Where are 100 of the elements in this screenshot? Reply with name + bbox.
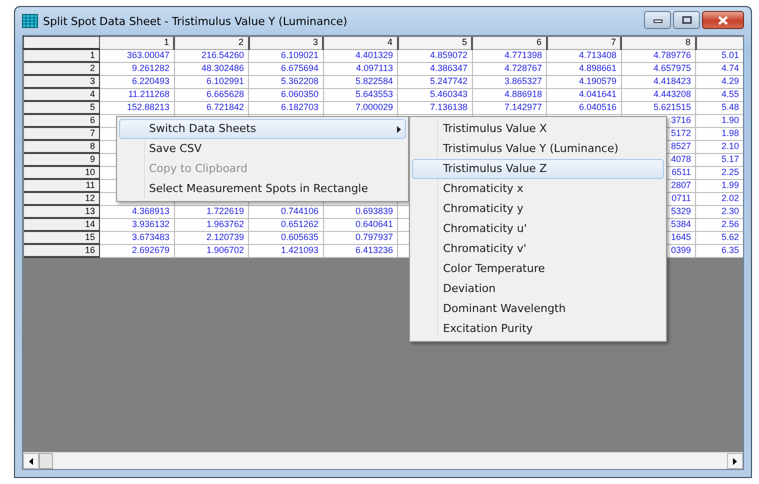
table-cell: 4.097113: [356, 63, 393, 73]
minimize-button[interactable]: [644, 11, 671, 29]
table-cell: 4.713408: [578, 50, 616, 60]
column-header[interactable]: 7: [546, 36, 621, 49]
table-cell: 1.421093: [280, 245, 318, 255]
table-cell: 6.675694: [280, 63, 318, 73]
table-cell: 5172: [670, 128, 691, 138]
table-cell: 8527: [670, 141, 691, 151]
menu-item[interactable]: Color Temperature: [412, 259, 664, 279]
table-cell: 216.54260: [201, 50, 244, 60]
row-header[interactable]: 1: [24, 49, 100, 62]
table-cell: 0711: [672, 193, 691, 203]
menu-item[interactable]: Tristimulus Value Y (Luminance): [412, 139, 664, 159]
table-cell: 2.02: [721, 193, 739, 203]
table-cell: 4.55: [721, 89, 739, 99]
menu-item[interactable]: Switch Data Sheets: [119, 119, 406, 139]
table-cell: 9.261282: [132, 63, 170, 73]
table-cell: 152.88213: [126, 102, 170, 112]
table-cell: 5.247742: [430, 76, 468, 86]
menu-item[interactable]: Excitation Purity: [412, 319, 664, 339]
row-header[interactable]: 3: [24, 75, 100, 88]
table-cell: 5.643553: [355, 89, 393, 99]
column-header[interactable]: 8: [621, 36, 696, 49]
menu-item[interactable]: Chromaticity u': [412, 219, 664, 239]
row-header[interactable]: 7: [24, 127, 100, 140]
table-cell: 5.460343: [430, 89, 468, 99]
menu-item[interactable]: Deviation: [412, 279, 664, 299]
table-cell: 6.665628: [206, 89, 244, 99]
table-cell: 4.401329: [355, 50, 393, 60]
menu-item[interactable]: Chromaticity y: [412, 199, 664, 219]
menu-item[interactable]: Chromaticity v': [412, 239, 664, 259]
row-header[interactable]: 10: [24, 166, 100, 179]
table-cell: 6.35: [721, 245, 739, 255]
row-header[interactable]: 6: [24, 114, 100, 127]
table-cell: 2.692679: [132, 245, 170, 255]
left-arrow-icon: [29, 458, 33, 464]
table-cell: 6.721842: [206, 102, 244, 112]
right-arrow-icon: [733, 458, 737, 464]
maximize-icon: [682, 16, 692, 24]
table-cell: 6.182703: [280, 102, 318, 112]
row-header[interactable]: 14: [24, 218, 100, 231]
row-header[interactable]: 16: [24, 244, 100, 257]
column-header[interactable]: 5: [398, 36, 472, 49]
table-cell: 1.906702: [206, 245, 244, 255]
table-cell: 2.10: [721, 141, 739, 151]
table-cell: 5.17: [721, 154, 739, 164]
row-header[interactable]: 12: [24, 192, 100, 205]
table-cell: 3.865327: [504, 76, 542, 86]
table-cell: 0399: [670, 245, 691, 255]
table-cell: 6511: [672, 167, 691, 177]
row-header[interactable]: 9: [24, 153, 100, 166]
row-header[interactable]: 4: [24, 88, 100, 101]
table-cell: 6.102991: [206, 76, 244, 86]
table-cell: 5.01: [721, 50, 739, 60]
table-cell: 4.859072: [430, 50, 468, 60]
row-header[interactable]: 8: [24, 140, 100, 153]
table-cell: 4.041641: [578, 89, 616, 99]
table-cell: 1.99: [721, 180, 739, 190]
corner-cell[interactable]: [24, 36, 100, 49]
column-header[interactable]: 3: [248, 36, 323, 49]
table-cell: 6.220493: [132, 76, 170, 86]
row-header[interactable]: 5: [24, 101, 100, 114]
row-header[interactable]: 13: [24, 205, 100, 218]
menu-item[interactable]: Dominant Wavelength: [412, 299, 664, 319]
table-cell: 2.25: [721, 167, 739, 177]
table-cell: 2.30: [721, 206, 739, 216]
scroll-right-button[interactable]: [727, 453, 743, 469]
column-header[interactable]: 4: [323, 36, 398, 49]
row-header[interactable]: 15: [24, 231, 100, 244]
table-cell: 0.744106: [280, 206, 318, 216]
menu-item[interactable]: Tristimulus Value X: [412, 119, 664, 139]
table-cell: 0.651262: [280, 219, 318, 229]
menu-item[interactable]: Tristimulus Value Z: [412, 159, 664, 179]
table-cell: 4.886918: [504, 89, 542, 99]
table-cell: 4.443208: [653, 89, 691, 99]
scroll-left-button[interactable]: [23, 453, 39, 469]
column-header[interactable]: 2: [174, 36, 248, 49]
table-cell: 5.822584: [355, 76, 393, 86]
table-cell: 6.060350: [280, 89, 318, 99]
menu-item[interactable]: Chromaticity x: [412, 179, 664, 199]
row-header[interactable]: 11: [24, 179, 100, 192]
table-cell: 7.136138: [430, 102, 468, 112]
column-header[interactable]: 6: [472, 36, 546, 49]
menu-item[interactable]: Save CSV: [119, 139, 406, 159]
table-cell: 6.040516: [578, 102, 616, 112]
table-cell: 2.56: [721, 219, 739, 229]
column-header[interactable]: 1: [100, 36, 174, 49]
scrollbar-thumb[interactable]: [39, 453, 53, 469]
table-cell: 1.98: [721, 128, 739, 138]
table-cell: 5.48: [721, 102, 739, 112]
table-cell: 4.74: [721, 63, 739, 73]
table-cell: 4.789776: [653, 50, 691, 60]
minimize-icon: [652, 17, 662, 23]
horizontal-scrollbar[interactable]: [23, 452, 743, 469]
table-cell: 0.605635: [280, 232, 318, 242]
maximize-button[interactable]: [673, 11, 700, 29]
close-button[interactable]: [702, 11, 744, 29]
row-header[interactable]: 2: [24, 62, 100, 75]
table-cell: 3.673483: [132, 232, 170, 242]
menu-item[interactable]: Select Measurement Spots in Rectangle: [119, 179, 406, 199]
